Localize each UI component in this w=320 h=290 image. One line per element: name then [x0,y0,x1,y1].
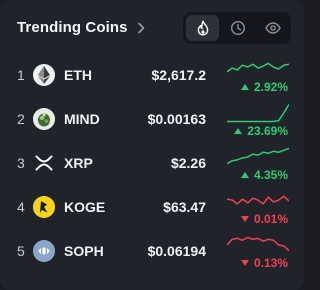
caret-down-icon [240,216,249,222]
rank-number: 1 [17,67,25,83]
coin-symbol: XRP [64,155,93,171]
price-change-value: 4.35% [253,168,288,182]
price-change-value: 0.01% [253,212,288,226]
rank-number: 2 [17,111,25,127]
sparkline-line [227,236,289,252]
tab-recent[interactable] [221,15,254,41]
coin-price: $0.06194 [147,243,206,259]
sparkline-line [227,147,289,165]
coin-symbol: KOGE [64,199,106,215]
price-change-value: 2.92% [253,80,288,94]
rank-number: 3 [17,155,25,171]
coin-row-mind[interactable]: 2 MIND $0.00163 23.69% [0,100,304,144]
sparkline-chart [227,147,289,165]
koge-logo-icon [33,196,55,218]
soph-logo-icon [33,240,55,262]
coin-row-eth[interactable]: 1 ETH $2,617.2 2.92% [0,56,304,100]
eye-icon [264,22,281,34]
trending-coins-card: Trending Coins 1 ETH $2,617.2 2.92% 2 MI… [0,0,304,290]
rank-number: 4 [17,199,25,215]
card-header: Trending Coins [0,0,304,56]
coin-symbol: ETH [64,67,92,83]
coin-list: 1 ETH $2,617.2 2.92% 2 MIND $0.00163 23.… [0,56,304,276]
mind-logo-icon [33,108,55,130]
price-change: 23.69% [234,124,288,138]
sparkline-line [227,104,289,123]
chevron-right-icon [137,22,144,33]
price-change: 4.35% [240,168,288,182]
caret-down-icon [240,260,249,266]
clock-icon [230,20,245,36]
tab-watchlist[interactable] [256,15,289,41]
sparkline-chart [227,104,289,123]
sparkline-line [227,62,289,73]
caret-up-icon [240,172,249,178]
flame-icon [197,20,208,36]
view-tabs [183,12,291,44]
coin-price: $63.47 [163,199,206,215]
caret-up-icon [234,128,243,134]
sparkline-chart [227,195,289,205]
eth-logo-icon [33,64,55,86]
tab-trending[interactable] [186,15,219,41]
coin-symbol: MIND [64,111,100,127]
coin-row-koge[interactable]: 4 KOGE $63.47 0.01% [0,188,304,232]
price-change-value: 0.13% [253,256,288,270]
trending-coins-title-link[interactable]: Trending Coins [17,19,145,36]
coin-symbol: SOPH [64,243,104,259]
rank-number: 5 [17,243,25,259]
price-change-value: 23.69% [247,124,288,138]
sparkline-chart [227,62,289,73]
caret-up-icon [240,84,249,90]
price-change: 2.92% [240,80,288,94]
xrp-logo-icon [33,152,55,174]
price-change: 0.13% [240,256,288,270]
coin-row-soph[interactable]: 5 SOPH $0.06194 0.13% [0,232,304,276]
sparkline-line [227,195,289,205]
sparkline-chart [227,236,289,252]
coin-price: $2,617.2 [151,67,207,83]
card-title: Trending Coins [17,19,128,36]
coin-price: $2.26 [170,155,206,171]
coin-price: $0.00163 [147,111,206,127]
coin-row-xrp[interactable]: 3 XRP $2.26 4.35% [0,144,304,188]
price-change: 0.01% [240,212,288,226]
